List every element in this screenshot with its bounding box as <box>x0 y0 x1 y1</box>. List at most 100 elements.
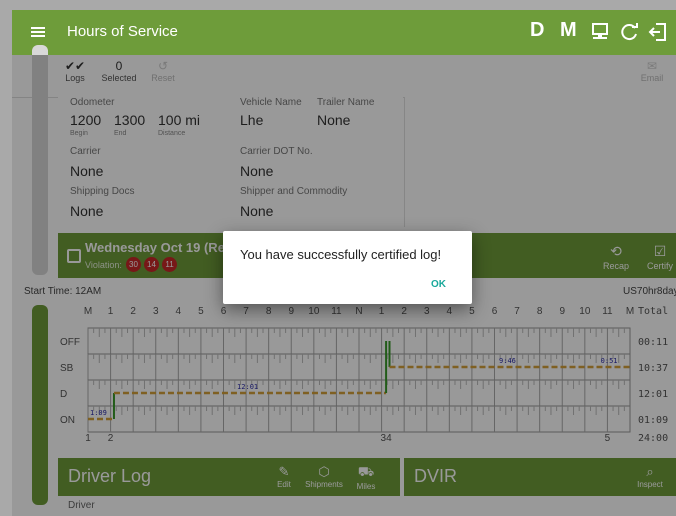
shipments-label: Shipments <box>305 480 343 489</box>
hour-label: 3 <box>424 306 430 317</box>
trailer-value: None <box>317 112 351 128</box>
selected-count: 0 <box>115 59 123 73</box>
inspect-button[interactable]: ⌕ Inspect <box>630 464 670 489</box>
hour-label: 10 <box>308 306 320 317</box>
carrier-label: Carrier <box>70 146 101 157</box>
messages-icon[interactable]: M <box>560 19 577 42</box>
info-panel-right <box>404 97 676 227</box>
hos-grid-svg: M 1 2 3 4 5 6 7 8 9 10 11 N 1 2 3 4 5 6 7 8 9 10 11 M TotalOFF 00:… <box>60 306 668 444</box>
hour-label: 4 <box>176 306 182 317</box>
log-select-checkbox[interactable] <box>67 249 81 263</box>
hour-label: 7 <box>514 306 520 317</box>
row-total: 01:09 <box>638 415 668 426</box>
shipping-label: Shipping Docs <box>70 186 135 197</box>
hos-graph: Start Time: 12AM US70hr8days M1234567891… <box>24 280 676 458</box>
odometer-end: 1300 <box>114 112 146 128</box>
hour-label: 8 <box>537 306 543 317</box>
hour-label: 4 <box>447 306 453 317</box>
hour-label: 2 <box>130 306 136 317</box>
row-total: 10:37 <box>638 363 668 374</box>
odometer-label: Odometer <box>70 97 115 108</box>
grand-total: 24:00 <box>638 433 668 444</box>
hour-label: 11 <box>331 306 342 317</box>
hour-label: 5 <box>198 306 204 317</box>
logs-button[interactable]: ✔✔ Logs <box>50 59 100 83</box>
shipments-button[interactable]: ⬡ Shipments <box>304 464 344 489</box>
dialog-message: You have successfully certified log! <box>240 247 442 262</box>
driver-log-title: Driver Log <box>68 466 152 486</box>
email-label: Email <box>640 73 664 83</box>
segment-duration-label: 0:51 <box>601 357 618 365</box>
distance-value: 100 mi <box>158 112 201 128</box>
recap-button[interactable]: ⟲ Recap <box>596 243 636 271</box>
carrier-value: None <box>70 163 104 179</box>
miles-button[interactable]: ⛟ Miles <box>346 464 386 491</box>
email-button[interactable]: ✉ Email <box>627 59 676 83</box>
dvir-card: DVIR ⌕ Inspect <box>404 458 676 516</box>
odometer-begin: 1200 <box>70 112 102 128</box>
driving-status-icon[interactable]: D <box>530 19 544 42</box>
logout-icon[interactable] <box>648 22 670 42</box>
selected-counter: 0 Selected <box>94 59 144 83</box>
shipper-value: None <box>240 203 274 219</box>
hour-label: 3 <box>153 306 159 317</box>
hour-label: 8 <box>266 306 272 317</box>
device-connection-icon[interactable] <box>590 22 610 42</box>
certify-button[interactable]: ☑ Certify <box>640 243 676 271</box>
hour-label: 5 <box>469 306 475 317</box>
certify-success-dialog: You have successfully certified log! OK <box>223 231 472 304</box>
history-icon: ⟲ <box>610 243 622 259</box>
menu-icon[interactable] <box>30 24 46 40</box>
row-label: OFF <box>60 337 80 348</box>
ok-button[interactable]: OK <box>431 279 446 290</box>
vehicle-value: Lhe <box>240 112 264 128</box>
total-header: Total <box>638 306 668 317</box>
hour-label: 1 <box>379 306 385 317</box>
dot-label: Carrier DOT No. <box>240 146 313 157</box>
segment-duration-label: 9:46 <box>499 357 516 365</box>
hour-label: 2 <box>401 306 407 317</box>
shipping-value: None <box>70 203 104 219</box>
hour-label: 9 <box>559 306 565 317</box>
event-marker: 5 <box>605 433 611 444</box>
distance-sub: Distance <box>158 130 186 137</box>
logs-label: Logs <box>65 73 85 83</box>
hour-label: 6 <box>492 306 498 317</box>
violation-badge[interactable]: 11 <box>162 257 177 272</box>
odometer-begin-sub: Begin <box>70 130 88 137</box>
log-info-panel: Odometer 1200 Begin 1300 End 100 mi Dist… <box>58 97 403 227</box>
hour-label: 11 <box>602 306 613 317</box>
edit-label: Edit <box>277 480 291 489</box>
row-total: 00:11 <box>638 337 668 348</box>
certify-check-icon: ☑ <box>653 243 667 259</box>
hour-label: M <box>84 306 92 317</box>
hour-label: 10 <box>579 306 591 317</box>
selected-label: Selected <box>101 73 137 83</box>
hour-label: 1 <box>108 306 114 317</box>
violation-badge[interactable]: 30 <box>126 257 141 272</box>
log-toolbar: ✔✔ Logs 0 Selected ↺ Reset ✉ Email <box>12 55 676 98</box>
reset-label: Reset <box>151 73 175 83</box>
car-icon: ⛟ <box>357 464 375 479</box>
pencil-icon: ✎ <box>278 464 290 479</box>
double-check-icon: ✔✔ <box>64 59 86 73</box>
hour-label: 7 <box>243 306 249 317</box>
edit-button[interactable]: ✎ Edit <box>264 464 304 489</box>
search-icon: ⌕ <box>646 464 654 479</box>
trailer-label: Trailer Name <box>317 97 375 108</box>
violation-badge[interactable]: 14 <box>144 257 159 272</box>
segment-duration-label: 12:01 <box>237 383 258 391</box>
app-title: Hours of Service <box>67 23 178 40</box>
odometer-end-sub: End <box>114 130 127 137</box>
row-label: ON <box>60 415 75 426</box>
miles-label: Miles <box>356 482 376 491</box>
undo-icon: ↺ <box>157 59 169 73</box>
inspect-label: Inspect <box>637 480 663 489</box>
segment-duration-label: 1:09 <box>90 409 107 417</box>
hour-label: 6 <box>221 306 227 317</box>
event-marker: 2 <box>108 433 114 444</box>
certify-label: Certify <box>646 261 673 271</box>
driver-log-header: Driver Log ✎ Edit ⬡ Shipments ⛟ Miles <box>58 458 400 496</box>
refresh-icon[interactable] <box>620 22 640 42</box>
reset-button[interactable]: ↺ Reset <box>138 59 188 83</box>
